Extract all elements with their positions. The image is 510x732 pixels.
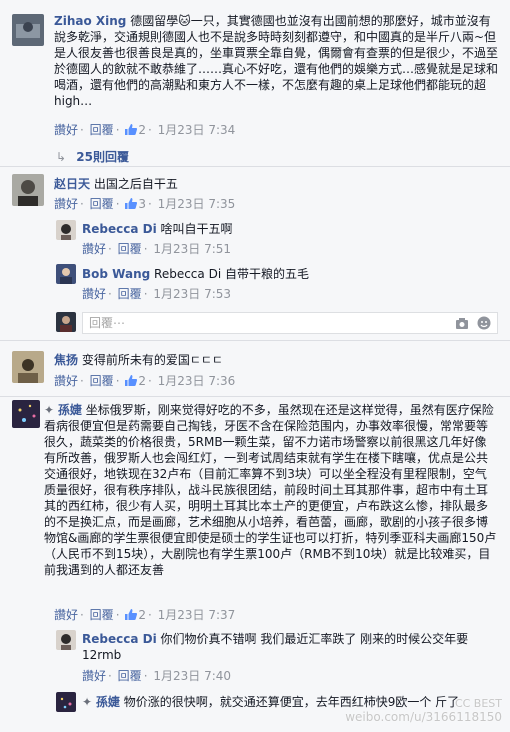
reply-time[interactable]: 1月23日 7:40 <box>153 669 231 683</box>
like-button[interactable]: 讚好 <box>54 374 78 388</box>
star-icon: ✦ <box>44 403 55 417</box>
reply-text: Rebecca Di 自带干粮的五毛 <box>154 267 309 281</box>
reply-body: Rebecca Di 啥叫自干五啊 <box>82 221 498 237</box>
comment-text: 坐标俄罗斯，刚来觉得好吃的不多，虽然现在还是这样觉得，虽然有医疗保险看病很便宜但… <box>44 403 497 577</box>
comment-actions: 讚好 · 回覆 · 3 · 1月23日 7:35 <box>54 197 236 211</box>
comment-author[interactable]: 焦扬 <box>54 353 78 367</box>
comment-thread-1: Zihao Xing 德國留學🐱一只，其實德國也並沒有出國前想的那麼好，城市並沒… <box>0 0 510 166</box>
divider <box>0 166 510 167</box>
reply-actions: 讚好 · 回覆 · 1月23日 7:53 <box>82 287 232 301</box>
camera-icon[interactable] <box>455 316 469 330</box>
comment-thread-3: 焦扬 变得前所未有的爱国ㄷㄷㄷ 讚好 · 回覆 · 2 · 1月23日 7:36 <box>0 340 510 396</box>
like-button[interactable]: 讚好 <box>82 242 106 256</box>
reply-actions: 讚好 · 回覆 · 1月23日 7:51 <box>82 242 232 256</box>
reply-author[interactable]: Rebecca Di <box>82 632 157 646</box>
avatar[interactable] <box>56 630 76 650</box>
comment-time[interactable]: 1月23日 7:35 <box>158 197 236 211</box>
reply-button[interactable]: 回覆 <box>118 287 142 301</box>
comment-time[interactable]: 1月23日 7:36 <box>158 374 236 388</box>
reply-input[interactable] <box>83 313 395 333</box>
comment-body: 赵日天 出国之后自干五 <box>54 176 498 192</box>
like-button[interactable]: 讚好 <box>54 123 78 137</box>
avatar[interactable] <box>12 351 44 383</box>
comment-time[interactable]: 1月23日 7:34 <box>158 123 236 137</box>
reply-arrow-icon: ↳ <box>56 150 67 164</box>
comment-body: Zihao Xing 德國留學🐱一只，其實德國也並沒有出國前想的那麼好，城市並沒… <box>54 13 498 109</box>
comment-time[interactable]: 1月23日 7:37 <box>158 608 236 622</box>
comment-thread-4: ✦ 孫婕 坐标俄罗斯，刚来觉得好吃的不多，虽然现在还是这样觉得，虽然有医疗保险看… <box>0 396 510 732</box>
reply-button[interactable]: 回覆 <box>90 123 114 137</box>
star-icon: ✦ <box>82 695 93 709</box>
like-button[interactable]: 讚好 <box>54 197 78 211</box>
comment-author[interactable]: 赵日天 <box>54 177 90 191</box>
divider <box>0 340 510 341</box>
reply-author[interactable]: Rebecca Di <box>82 222 157 236</box>
divider <box>0 396 510 397</box>
reply-body: Bob Wang Rebecca Di 自带干粮的五毛 <box>82 266 498 282</box>
comment-thread-2: 赵日天 出国之后自干五 讚好 · 回覆 · 3 · 1月23日 7:35 Rebecc… <box>0 166 510 340</box>
sticker-icon[interactable] <box>477 316 491 330</box>
avatar[interactable] <box>12 14 44 46</box>
current-user-avatar <box>56 312 76 332</box>
reply-body: Rebecca Di 你们物价真不错啊 我们最近汇率跌了 刚来的时候公交年要12… <box>82 631 498 663</box>
like-count[interactable]: 3 <box>125 197 146 211</box>
reply-button[interactable]: 回覆 <box>118 669 142 683</box>
like-button[interactable]: 讚好 <box>82 669 106 683</box>
reply-button[interactable]: 回覆 <box>118 242 142 256</box>
avatar[interactable] <box>56 264 76 284</box>
thumbs-up-icon <box>125 124 138 135</box>
like-count[interactable]: 2 <box>125 123 146 137</box>
comment-author[interactable]: 孫婕 <box>58 403 82 417</box>
comment-actions: 讚好 · 回覆 · 2 · 1月23日 7:36 <box>54 374 236 388</box>
comment-text: 变得前所未有的爱国ㄷㄷㄷ <box>81 353 223 367</box>
comment-actions: 讚好 · 回覆 · 2 · 1月23日 7:34 <box>54 123 236 137</box>
thumbs-up-icon <box>125 609 138 620</box>
reply-button[interactable]: 回覆 <box>90 197 114 211</box>
avatar[interactable] <box>12 400 40 428</box>
comment-body: 焦扬 变得前所未有的爱国ㄷㄷㄷ <box>54 352 498 368</box>
reply-button[interactable]: 回覆 <box>90 374 114 388</box>
thumbs-up-icon <box>125 198 138 209</box>
avatar[interactable] <box>56 220 76 240</box>
comment-author[interactable]: Zihao Xing <box>54 14 126 28</box>
comment-actions: 讚好 · 回覆 · 2 · 1月23日 7:37 <box>54 608 236 622</box>
comment-text: 德國留學🐱一只，其實德國也並沒有出國前想的那麼好，城市並沒有說多乾淨，交通規則德… <box>54 14 499 108</box>
view-replies-link[interactable]: ↳ 25則回覆 <box>56 148 129 165</box>
reply-time[interactable]: 1月23日 7:53 <box>153 287 231 301</box>
avatar[interactable] <box>12 174 44 206</box>
reply-composer[interactable] <box>82 312 498 334</box>
thumbs-up-icon <box>125 375 138 386</box>
comment-text: 出国之后自干五 <box>93 177 178 191</box>
comment-body: ✦ 孫婕 坐标俄罗斯，刚来觉得好吃的不多，虽然现在还是这样觉得，虽然有医疗保险看… <box>44 402 498 578</box>
reply-author[interactable]: 孫婕 <box>96 695 120 709</box>
reply-time[interactable]: 1月23日 7:51 <box>153 242 231 256</box>
like-count[interactable]: 2 <box>125 374 146 388</box>
like-button[interactable]: 讚好 <box>82 287 106 301</box>
watermark: CC BEST weibo.com/u/3166118150 <box>345 697 502 724</box>
like-button[interactable]: 讚好 <box>54 608 78 622</box>
reply-author[interactable]: Bob Wang <box>82 267 150 281</box>
like-count[interactable]: 2 <box>125 608 146 622</box>
avatar[interactable] <box>56 692 76 712</box>
reply-text: 啥叫自干五啊 <box>160 222 233 236</box>
reply-actions: 讚好 · 回覆 · 1月23日 7:40 <box>82 669 232 683</box>
reply-button[interactable]: 回覆 <box>90 608 114 622</box>
